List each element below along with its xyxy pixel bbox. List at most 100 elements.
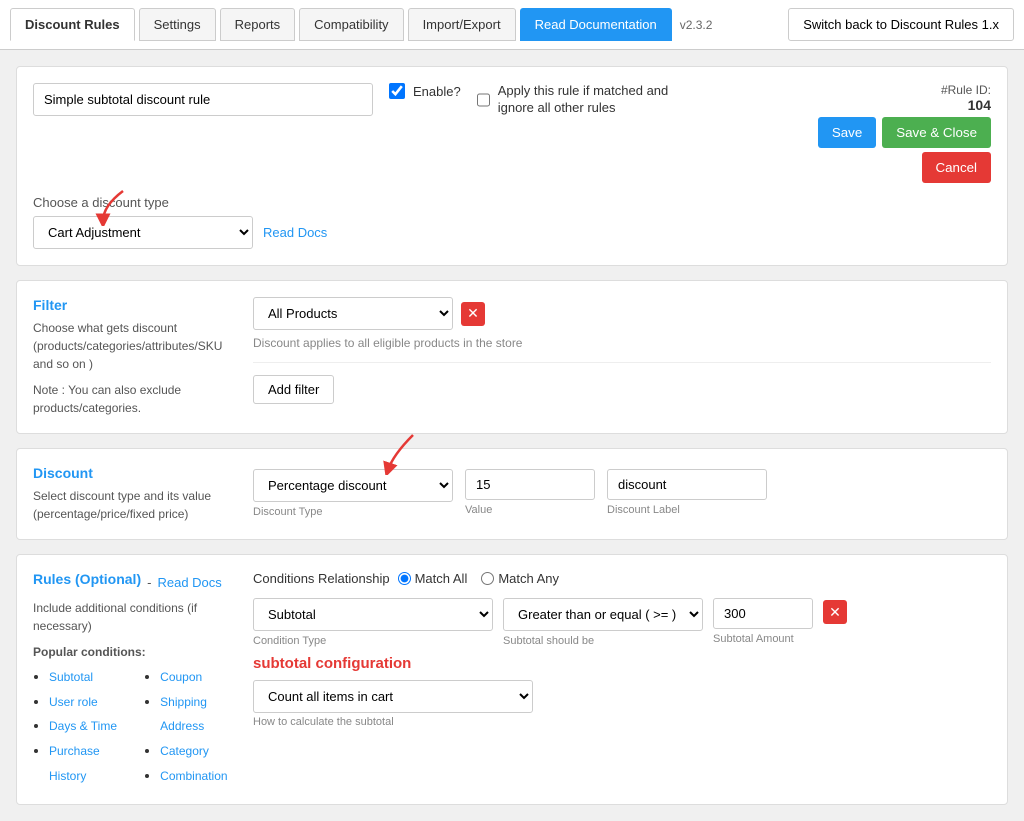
cond-subtotal-link[interactable]: Subtotal [49,670,93,684]
discount-type-label: Choose a discount type [33,195,991,210]
discount-value-input[interactable]: 15 [465,469,595,500]
apply-checkbox[interactable] [477,92,490,108]
match-all-option[interactable]: Match All [398,571,468,586]
condition-row: Subtotal User role Coupon Condition Type… [253,598,991,647]
filter-card: Filter Choose what gets discount (produc… [16,280,1008,434]
enable-group: Enable? [389,83,461,99]
tab-reports[interactable]: Reports [220,8,296,41]
tab-discount-rules[interactable]: Discount Rules [10,8,135,41]
rules-title-row: Rules (Optional) - Read Docs [33,571,237,593]
discount-type-select[interactable]: Cart Adjustment Percentage Discount Fixe… [33,216,253,249]
radio-group: Match All Match Any [398,571,559,586]
discount-label-field-label: Discount Label [607,504,767,516]
rules-left: Rules (Optional) - Read Docs Include add… [33,571,253,788]
version-label: v2.3.2 [680,18,713,32]
discount-value-label: Value [465,504,595,516]
cond-daystime-link[interactable]: Days & Time [49,719,117,733]
condition-type-group: Subtotal User role Coupon Condition Type [253,598,493,647]
filter-left: Filter Choose what gets discount (produc… [33,297,253,417]
discount-type-field-label: Discount Type [253,506,453,518]
rules-title: Rules (Optional) [33,571,141,587]
rule-name-card: Enable? Apply this rule if matched and i… [16,66,1008,266]
discount-type-field: Percentage discount Fixed discount Fixed… [253,469,453,518]
popular-conditions: Popular conditions: Subtotal User role D… [33,645,237,788]
filter-right: All Products Specific Products Specific … [253,297,991,417]
discount-left: Discount Select discount type and its va… [33,465,253,523]
tab-settings[interactable]: Settings [139,8,216,41]
discount-type-row: Cart Adjustment Percentage Discount Fixe… [33,216,991,249]
cond-history-link[interactable]: Purchase History [49,744,100,783]
save-close-button[interactable]: Save & Close [882,117,991,148]
discount-type-select2[interactable]: Percentage discount Fixed discount Fixed… [253,469,453,502]
discount-label-input[interactable]: discount [607,469,767,500]
conditions-relationship: Conditions Relationship Match All Match … [253,571,991,586]
condition-type-select[interactable]: Subtotal User role Coupon [253,598,493,631]
discount-title: Discount [33,465,237,481]
discount-inputs-row: Percentage discount Fixed discount Fixed… [253,469,991,518]
tab-read-documentation[interactable]: Read Documentation [520,8,672,41]
rules-description: Include additional conditions (if necess… [33,599,237,635]
filter-note: Note : You can also exclude products/cat… [33,381,237,417]
subtotal-config-text: subtotal configuration [253,655,991,672]
apply-group: Apply this rule if matched and ignore al… [477,83,677,117]
filter-title: Filter [33,297,237,313]
condition-val-label: Subtotal Amount [713,633,813,645]
cond-userrole-link[interactable]: User role [49,695,98,709]
rule-id-label: #Rule ID: [818,83,991,97]
cond-combination-link[interactable]: Combination [160,769,227,783]
match-any-option[interactable]: Match Any [481,571,559,586]
filter-product-select[interactable]: All Products Specific Products Specific … [253,297,453,330]
filter-remove-button[interactable]: ✕ [461,302,485,326]
relationship-label: Conditions Relationship [253,571,390,586]
filter-select-row: All Products Specific Products Specific … [253,297,991,330]
cond-shipping-link[interactable]: Shipping Address [160,695,207,734]
discount-card: Discount Select discount type and its va… [16,448,1008,540]
rules-separator: - [147,575,151,590]
match-any-radio[interactable] [481,572,494,585]
rules-read-docs-link[interactable]: Read Docs [157,575,221,590]
how-to-label: How to calculate the subtotal [253,716,991,728]
count-items-select[interactable]: Count all items in cart Count unique ite… [253,680,533,713]
rules-layout: Rules (Optional) - Read Docs Include add… [33,571,991,788]
rule-id-value: 104 [818,97,991,113]
discount-type-section: Choose a discount type Cart Adjustment [33,195,991,249]
popular-label: Popular conditions: [33,645,237,659]
discount-value-field: 15 Value [465,469,595,516]
enable-label: Enable? [413,84,461,99]
condition-type-label: Condition Type [253,635,493,647]
rules-card: Rules (Optional) - Read Docs Include add… [16,554,1008,805]
nav-bar: Discount Rules Settings Reports Compatib… [0,0,1024,50]
condition-val-group: 300 Subtotal Amount [713,598,813,645]
condition-op-select[interactable]: Greater than or equal ( >= ) Less than o… [503,598,703,631]
cancel-button[interactable]: Cancel [922,152,992,183]
discount-label-field: discount Discount Label [607,469,767,516]
read-docs-link[interactable]: Read Docs [263,225,327,240]
tab-import-export[interactable]: Import/Export [408,8,516,41]
rules-right: Conditions Relationship Match All Match … [253,571,991,788]
add-filter-button[interactable]: Add filter [253,375,334,404]
filter-description: Choose what gets discount (products/cate… [33,319,237,373]
enable-checkbox[interactable] [389,83,405,99]
tab-compatibility[interactable]: Compatibility [299,8,403,41]
count-items-row: Count all items in cart Count unique ite… [253,680,991,728]
discount-right: Percentage discount Fixed discount Fixed… [253,465,991,523]
rule-name-input[interactable] [33,83,373,116]
apply-label: Apply this rule if matched and ignore al… [498,83,677,117]
switch-back-button[interactable]: Switch back to Discount Rules 1.x [788,8,1014,41]
filter-layout: Filter Choose what gets discount (produc… [33,297,991,417]
save-button[interactable]: Save [818,117,876,148]
main-content: Enable? Apply this rule if matched and i… [0,50,1024,821]
match-all-label: Match All [415,571,468,586]
condition-op-group: Greater than or equal ( >= ) Less than o… [503,598,703,647]
discount-layout: Discount Select discount type and its va… [33,465,991,523]
condition-op-label: Subtotal should be [503,635,703,647]
condition-remove-button[interactable]: ✕ [823,600,847,624]
cond-category-link[interactable]: Category [160,744,209,758]
filter-desc-text: Discount applies to all eligible product… [253,336,991,350]
match-all-radio[interactable] [398,572,411,585]
discount-description: Select discount type and its value (perc… [33,487,237,523]
action-buttons: Save Save & Close [818,117,991,148]
cond-coupon-link[interactable]: Coupon [160,670,202,684]
rule-name-row: Enable? Apply this rule if matched and i… [33,83,991,183]
condition-val-input[interactable]: 300 [713,598,813,629]
